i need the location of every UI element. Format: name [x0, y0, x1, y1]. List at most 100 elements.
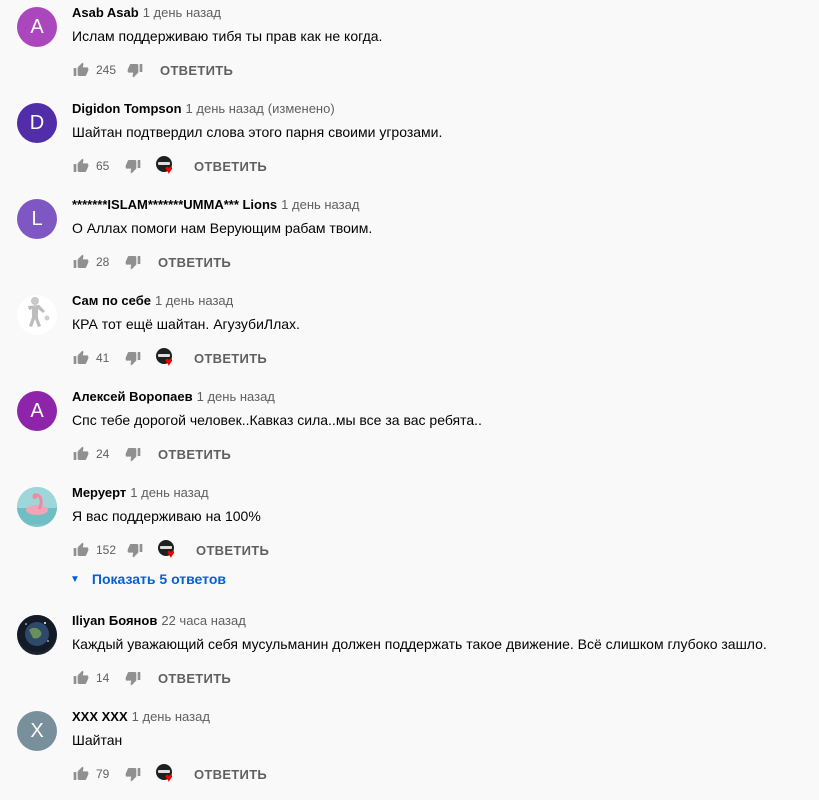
comment-actions: 79 ♥ ОТВЕТИТЬ: [72, 763, 267, 785]
comment-actions: 152 ♥ ОТВЕТИТЬ: [72, 539, 269, 561]
dislike-icon[interactable]: [124, 765, 142, 783]
earth-avatar-icon: [17, 615, 57, 655]
like-count: 14: [96, 671, 110, 685]
comment-header: Сам по себе 1 день назад: [72, 293, 233, 308]
author-name[interactable]: Сам по себе: [72, 293, 151, 308]
comment-actions: 24 ОТВЕТИТЬ: [72, 443, 231, 465]
comment-time[interactable]: 1 день назад: [281, 197, 359, 212]
avatar[interactable]: A: [17, 391, 57, 431]
comment-header: XXX XXX 1 день назад: [72, 709, 210, 724]
avatar[interactable]: [17, 487, 57, 527]
avatar-letter: X: [30, 720, 44, 742]
like-icon[interactable]: [72, 157, 90, 175]
avatar[interactable]: X: [17, 711, 57, 751]
avatar[interactable]: L: [17, 199, 57, 239]
comment: Iliyan Боянов 22 часа назад Каждый уважающ…: [0, 608, 819, 704]
comment-header: Asab Asab 1 день назад: [72, 5, 221, 20]
comment-time[interactable]: 1 день назад: [143, 5, 221, 20]
like-count: 65: [96, 159, 110, 173]
reply-button[interactable]: ОТВЕТИТЬ: [158, 255, 231, 270]
reply-button[interactable]: ОТВЕТИТЬ: [160, 63, 233, 78]
dislike-icon[interactable]: [124, 253, 142, 271]
author-name[interactable]: Asab Asab: [72, 5, 139, 20]
comment: L *******ISLAM*******UMMA*** Lions 1 день …: [0, 192, 819, 288]
like-count: 28: [96, 255, 110, 269]
dislike-icon[interactable]: [124, 157, 142, 175]
author-name[interactable]: Iliyan Боянов: [72, 613, 157, 628]
comment-time[interactable]: 22 часа назад: [161, 613, 245, 628]
comment-header: *******ISLAM*******UMMA*** Lions 1 день н…: [72, 197, 359, 212]
show-replies-button[interactable]: ▼ Показать 5 ответов: [70, 568, 226, 590]
avatar-letter: D: [29, 112, 45, 134]
comment: Сам по себе 1 день назад КРА тот ещё шайта…: [0, 288, 819, 384]
comment-text: Я вас поддерживаю на 100%: [72, 508, 261, 524]
show-replies-label: Показать 5 ответов: [91, 571, 226, 587]
comment-header: Iliyan Боянов 22 часа назад: [72, 613, 246, 628]
reply-button[interactable]: ОТВЕТИТЬ: [196, 543, 269, 558]
dislike-icon[interactable]: [124, 445, 142, 463]
comment: A Алексей Воропаев 1 день назад Спс тебе до…: [0, 384, 819, 480]
reply-button[interactable]: ОТВЕТИТЬ: [194, 767, 267, 782]
reply-button[interactable]: ОТВЕТИТЬ: [194, 159, 267, 174]
like-count: 79: [96, 767, 110, 781]
author-name[interactable]: Digidon Tompson: [72, 101, 182, 116]
comment-text: Ислам поддерживаю тибя ты прав как не ко…: [72, 28, 383, 44]
like-icon[interactable]: [72, 349, 90, 367]
comment-text: О Аллах помоги нам Верующим рабам твоим.: [72, 220, 373, 236]
dislike-icon[interactable]: [126, 61, 144, 79]
comment-header: Digidon Tompson 1 день назад (изменено): [72, 101, 335, 116]
like-icon[interactable]: [72, 61, 90, 79]
chevron-down-icon: ▼: [70, 573, 80, 585]
author-name[interactable]: Алексей Воропаев: [72, 389, 193, 404]
author-name[interactable]: Меруерт: [72, 485, 126, 500]
comment-time[interactable]: 1 день назад: [130, 485, 208, 500]
figure-avatar-icon: [17, 295, 57, 335]
comment: A Asab Asab 1 день назад Ислам поддерживаю …: [0, 0, 819, 96]
like-icon[interactable]: [72, 541, 90, 559]
comment-text: Каждый уважающий себя мусульманин должен…: [72, 636, 767, 652]
comment-text: Шайтан подтвердил слова этого парня свои…: [72, 124, 443, 140]
creator-heart-icon: ♥: [156, 347, 178, 369]
avatar-letter: L: [31, 208, 43, 230]
comment-text: Спс тебе дорогой человек..Кавказ сила..м…: [72, 412, 482, 428]
comment-time[interactable]: 1 день назад: [155, 293, 233, 308]
comment-header: Меруерт 1 день назад: [72, 485, 209, 500]
like-count: 245: [96, 63, 117, 77]
comment-actions: 245 ОТВЕТИТЬ: [72, 59, 233, 81]
comment-actions: 65 ♥ ОТВЕТИТЬ: [72, 155, 267, 177]
like-icon[interactable]: [72, 253, 90, 271]
edited-label: (изменено): [267, 101, 335, 116]
like-icon[interactable]: [72, 445, 90, 463]
comment: X XXX XXX 1 день назад Шайтан 79 ♥ ОТВЕТИТЬ: [0, 704, 819, 800]
dislike-icon[interactable]: [124, 669, 142, 687]
dislike-icon[interactable]: [126, 541, 144, 559]
avatar[interactable]: [17, 295, 57, 335]
comment: Меруерт 1 день назад Я вас поддерживаю на …: [0, 480, 819, 576]
avatar[interactable]: A: [17, 7, 57, 47]
comment-actions: 41 ♥ ОТВЕТИТЬ: [72, 347, 267, 369]
reply-button[interactable]: ОТВЕТИТЬ: [158, 447, 231, 462]
comment-actions: 28 ОТВЕТИТЬ: [72, 251, 231, 273]
dislike-icon[interactable]: [124, 349, 142, 367]
reply-button[interactable]: ОТВЕТИТЬ: [158, 671, 231, 686]
avatar[interactable]: [17, 615, 57, 655]
like-icon[interactable]: [72, 765, 90, 783]
like-count: 152: [96, 543, 117, 557]
author-name[interactable]: *******ISLAM*******UMMA*** Lions: [72, 197, 277, 212]
author-name[interactable]: XXX XXX: [72, 709, 128, 724]
like-icon[interactable]: [72, 669, 90, 687]
comment-time[interactable]: 1 день назад: [186, 101, 264, 116]
flamingo-avatar-icon: [17, 487, 57, 527]
comment-time[interactable]: 1 день назад: [132, 709, 210, 724]
avatar-letter: A: [30, 16, 44, 38]
comment-time[interactable]: 1 день назад: [197, 389, 275, 404]
comment-text: КРА тот ещё шайтан. АгузубиЛлах.: [72, 316, 300, 332]
avatar[interactable]: D: [17, 103, 57, 143]
comment-text: Шайтан: [72, 732, 123, 748]
comment: D Digidon Tompson 1 день назад (изменено) Ша…: [0, 96, 819, 192]
comment-actions: 14 ОТВЕТИТЬ: [72, 667, 231, 689]
creator-heart-icon: ♥: [158, 539, 180, 561]
comment-header: Алексей Воропаев 1 день назад: [72, 389, 275, 404]
reply-button[interactable]: ОТВЕТИТЬ: [194, 351, 267, 366]
like-count: 41: [96, 351, 110, 365]
